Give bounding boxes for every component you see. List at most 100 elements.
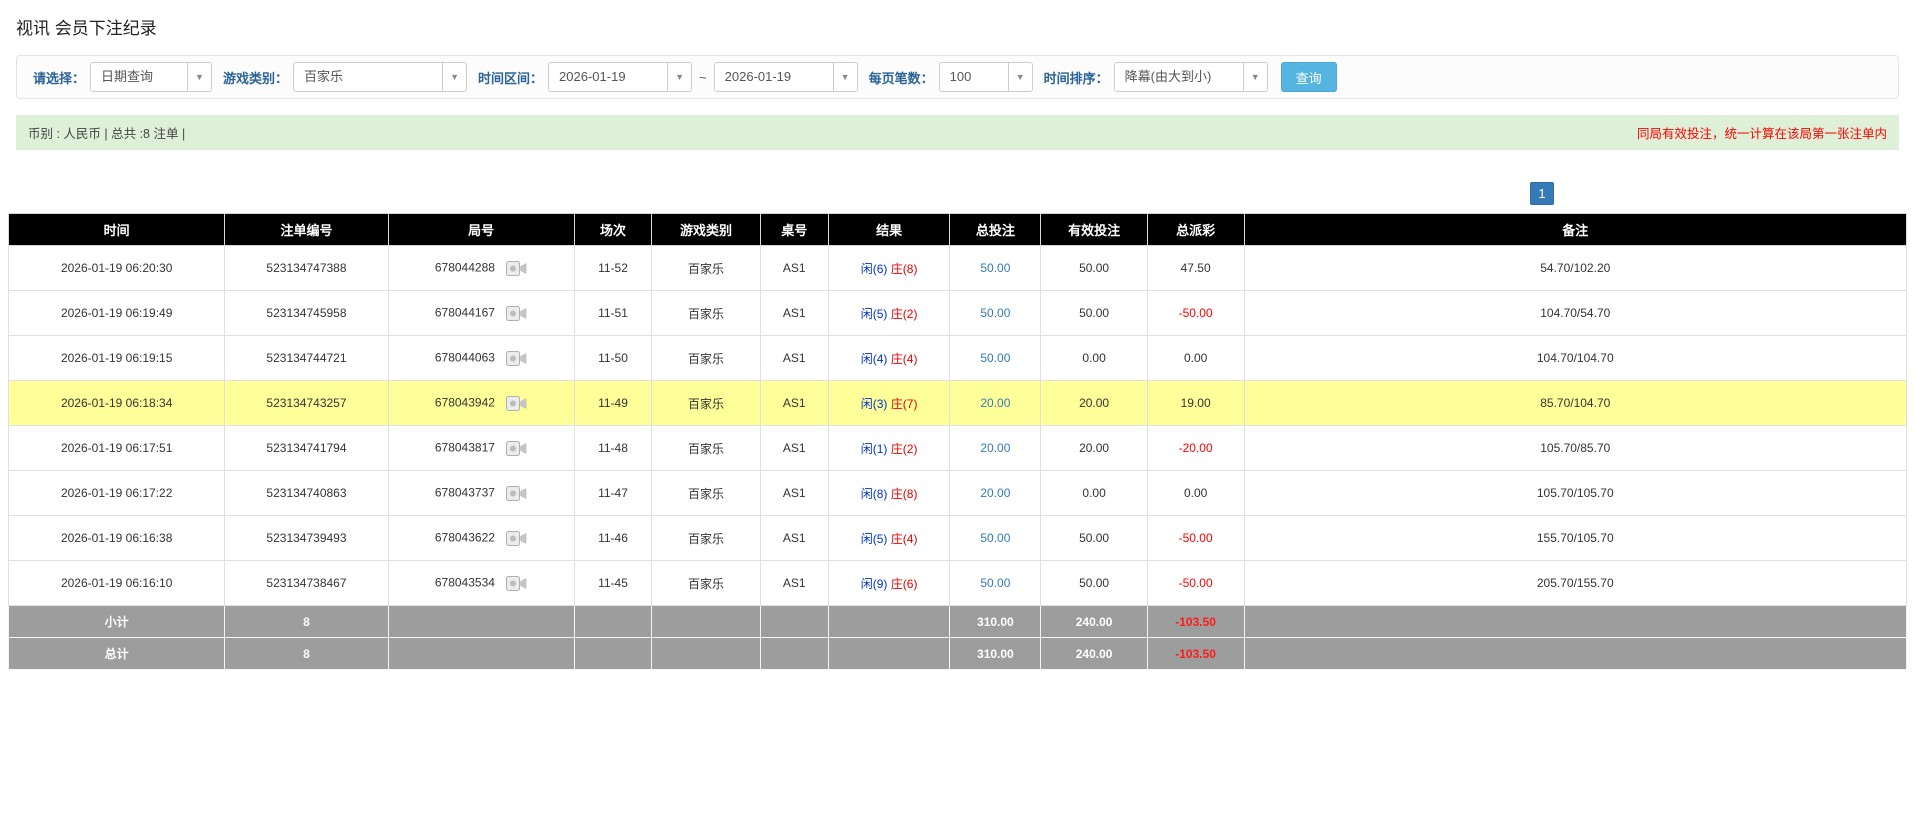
result-player: 闲(8)	[860, 486, 888, 501]
date-from-select[interactable]: 2026-01-19 ▼	[548, 62, 693, 92]
filter-bar: 请选择： 日期查询 ▼ 游戏类别： 百家乐 ▼ 时间区间： 2026-01-19…	[16, 55, 1899, 99]
cell-payout: 19.00	[1146, 380, 1245, 426]
video-replay-icon[interactable]	[506, 530, 527, 547]
cell-note: 54.70/102.20	[1243, 245, 1908, 291]
cell-time: 2026-01-19 06:18:34	[7, 380, 226, 426]
video-replay-icon[interactable]	[506, 350, 527, 367]
cell-time: 2026-01-19 06:16:38	[7, 515, 226, 561]
cell-bet-id: 523134740863	[224, 470, 389, 516]
cell-note: 104.70/54.70	[1243, 290, 1908, 336]
total-bet-link[interactable]: 50.00	[980, 576, 1010, 590]
round-number: 678043817	[434, 440, 495, 455]
summary-bar: 币别 : 人民币 | 总共 :8 注单 | 同局有效投注，统一计算在该局第一张注…	[16, 115, 1899, 150]
page-size-select[interactable]: 100 ▼	[938, 62, 1033, 92]
same-round-notice-text: 同局有效投注，统一计算在该局第一张注单内	[1636, 127, 1887, 141]
result-player: 闲(6)	[860, 261, 888, 276]
total-bet-link[interactable]: 50.00	[980, 351, 1010, 365]
cell-valid-bet: 50.00	[1040, 290, 1148, 336]
chevron-down-icon[interactable]: ▼	[442, 63, 467, 91]
cell-game: 百家乐	[651, 515, 761, 561]
total-valid-bet: 240.00	[1040, 637, 1148, 670]
video-replay-icon[interactable]	[506, 440, 527, 457]
total-bet-link[interactable]: 50.00	[980, 531, 1010, 545]
video-replay-icon[interactable]	[506, 305, 527, 322]
cell-round: 678044288	[387, 245, 575, 291]
game-category-value: 百家乐	[304, 69, 344, 84]
cell-payout: 47.50	[1146, 245, 1245, 291]
round-number: 678043942	[434, 395, 495, 410]
cell-total-bet: 50.00	[949, 515, 1042, 561]
time-sort-select[interactable]: 降幕(由大到小) ▼	[1113, 62, 1268, 92]
cell-result: 闲(8) 庄(8)	[827, 470, 951, 516]
cell-result: 闲(5) 庄(2)	[827, 290, 951, 336]
cell-valid-bet: 0.00	[1040, 470, 1148, 516]
cell-total-bet: 50.00	[949, 560, 1042, 606]
chevron-down-icon[interactable]: ▼	[1007, 63, 1032, 91]
total-bet-link[interactable]: 20.00	[980, 396, 1010, 410]
result-banker: 庄(2)	[890, 441, 918, 456]
page-root: 视讯 会员下注纪录 请选择： 日期查询 ▼ 游戏类别： 百家乐 ▼ 时间区间： …	[0, 0, 1915, 829]
cell-payout: -50.00	[1146, 290, 1245, 336]
cell-bet-id: 523134739493	[224, 515, 389, 561]
round-number: 678044063	[434, 350, 495, 365]
col-header-note: 备注	[1243, 213, 1908, 246]
cell-total-bet: 20.00	[949, 470, 1042, 516]
round-number: 678044288	[434, 260, 495, 275]
cell-table: AS1	[759, 560, 829, 606]
cell-payout: 0.00	[1146, 470, 1245, 516]
total-bet-link[interactable]: 20.00	[980, 441, 1010, 455]
cell-valid-bet: 0.00	[1040, 335, 1148, 381]
cell-session: 11-49	[573, 380, 653, 426]
chevron-down-icon[interactable]: ▼	[187, 63, 212, 91]
cell-valid-bet: 20.00	[1040, 380, 1148, 426]
chevron-down-icon[interactable]: ▼	[832, 63, 857, 91]
cell-game: 百家乐	[651, 335, 761, 381]
subtotal-valid-bet: 240.00	[1040, 605, 1148, 638]
total-bet-link[interactable]: 50.00	[980, 306, 1010, 320]
total-bet-link[interactable]: 50.00	[980, 261, 1010, 275]
cell-game: 百家乐	[651, 560, 761, 606]
round-number: 678043737	[434, 485, 495, 500]
cell-session: 11-50	[573, 335, 653, 381]
total-payout: -103.50	[1146, 637, 1245, 670]
cell-note: 155.70/105.70	[1243, 515, 1908, 561]
cell-valid-bet: 50.00	[1040, 245, 1148, 291]
video-replay-icon[interactable]	[506, 575, 527, 592]
cell-session: 11-46	[573, 515, 653, 561]
cell-table: AS1	[759, 425, 829, 471]
cell-bet-id: 523134741794	[224, 425, 389, 471]
video-replay-icon[interactable]	[506, 485, 527, 502]
cell-session: 11-48	[573, 425, 653, 471]
cell-game: 百家乐	[651, 470, 761, 516]
cell-round: 678044063	[387, 335, 575, 381]
cell-total-bet: 50.00	[949, 335, 1042, 381]
cell-bet-id: 523134747388	[224, 245, 389, 291]
query-type-label: 请选择：	[33, 70, 86, 86]
cell-time: 2026-01-19 06:17:51	[7, 425, 226, 471]
cell-round: 678043737	[387, 470, 575, 516]
video-replay-icon[interactable]	[506, 260, 527, 277]
cell-game: 百家乐	[651, 245, 761, 291]
cell-bet-id: 523134744721	[224, 335, 389, 381]
total-label: 总计	[7, 637, 226, 670]
table-row: 2026-01-19 06:17:51 523134741794 6780438…	[7, 425, 1908, 471]
video-replay-icon[interactable]	[506, 395, 527, 412]
query-type-select[interactable]: 日期查询 ▼	[90, 62, 213, 92]
result-banker: 庄(6)	[890, 576, 918, 591]
chevron-down-icon[interactable]: ▼	[1242, 63, 1267, 91]
search-button[interactable]: 查询	[1280, 62, 1337, 92]
date-to-select[interactable]: 2026-01-19 ▼	[713, 62, 858, 92]
page-title: 视讯 会员下注纪录	[16, 19, 157, 38]
col-header-round: 局号	[387, 213, 575, 246]
cell-time: 2026-01-19 06:17:22	[7, 470, 226, 516]
time-sort-label: 时间排序：	[1043, 70, 1109, 86]
col-header-result: 结果	[827, 213, 951, 246]
cell-table: AS1	[759, 245, 829, 291]
cell-table: AS1	[759, 290, 829, 336]
page-1-button[interactable]: 1	[1530, 182, 1554, 205]
result-banker: 庄(2)	[890, 306, 918, 321]
chevron-down-icon[interactable]: ▼	[667, 63, 692, 91]
table-body: 2026-01-19 06:20:30 523134747388 6780442…	[7, 245, 1908, 606]
total-bet-link[interactable]: 20.00	[980, 486, 1010, 500]
game-category-select[interactable]: 百家乐 ▼	[293, 62, 468, 92]
